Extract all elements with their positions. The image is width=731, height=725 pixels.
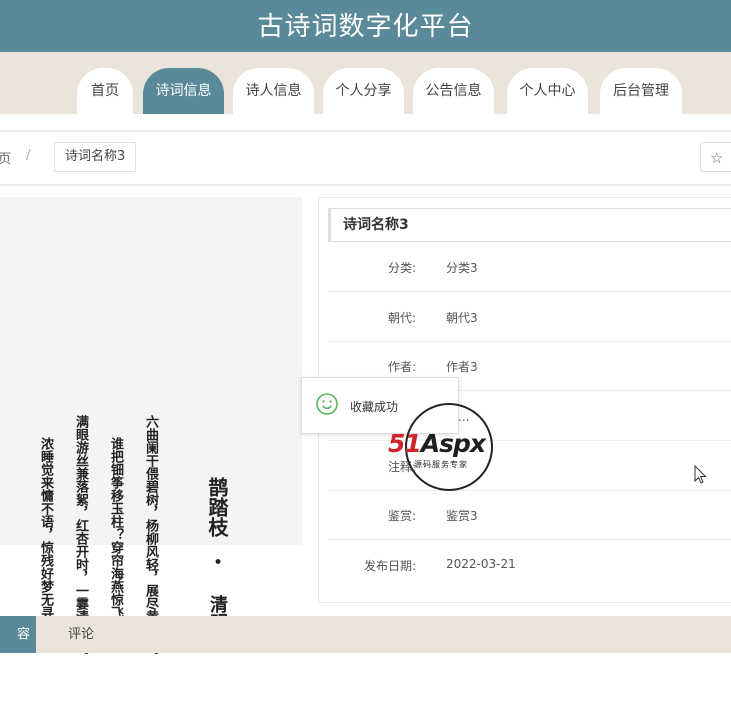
breadcrumb-current: 诗词名称3 bbox=[54, 142, 137, 172]
smile-icon bbox=[316, 393, 338, 415]
nav-home[interactable]: 首页 bbox=[77, 68, 133, 114]
poem-line: 满眼游丝兼落絮，红杏开时，一霎清明雨。 bbox=[73, 415, 88, 662]
detail-label: 鉴赏: bbox=[387, 509, 416, 523]
content-tabs: 容 评论 bbox=[0, 616, 731, 653]
detail-row-appreciation: 鉴赏: 鉴赏3 bbox=[328, 490, 731, 540]
breadcrumb-separator: / bbox=[26, 148, 31, 163]
nav-share[interactable]: 个人分享 bbox=[323, 68, 404, 114]
poem-line: 谁把钿筝移玉柱？穿帘海燕惊飞去。 bbox=[108, 437, 123, 645]
mouse-cursor-icon bbox=[694, 465, 707, 484]
detail-label: 作者: bbox=[387, 360, 416, 374]
star-outline-icon: ☆ bbox=[710, 149, 724, 167]
poem-line: 浓睡觉来慵不语，惊残好梦无寻处？ bbox=[38, 437, 53, 645]
detail-row-dynasty: 朝代: 朝代3 bbox=[328, 292, 731, 342]
detail-value: 鉴赏3 bbox=[446, 509, 478, 523]
nav-admin[interactable]: 后台管理 bbox=[600, 68, 682, 114]
nav-poems[interactable]: 诗词信息 bbox=[143, 68, 224, 114]
nav-notices[interactable]: 公告信息 bbox=[413, 68, 494, 114]
breadcrumb-home[interactable]: 页 bbox=[0, 148, 11, 167]
detail-label: 分类: bbox=[387, 261, 416, 275]
favorite-button[interactable]: ☆ bbox=[700, 142, 731, 172]
poem-title-dot: • bbox=[209, 557, 225, 566]
detail-label: 朝代: bbox=[387, 311, 416, 325]
detail-row-date: 发布日期: 2022-03-21 bbox=[328, 540, 731, 589]
poem-line: 六曲阑干偎碧树，杨柳风轻，展尽黄金缕。 bbox=[143, 415, 158, 662]
watermark-tagline: 源码服务专家 bbox=[414, 460, 468, 469]
detail-row-category: 分类: 分类3 bbox=[328, 242, 731, 292]
detail-value: 2022-03-21 bbox=[446, 557, 516, 571]
tab-comments[interactable]: 评论 bbox=[68, 616, 94, 653]
watermark-brand: 51Aspx bbox=[388, 429, 486, 458]
nav-profile[interactable]: 个人中心 bbox=[507, 68, 588, 114]
detail-value: 作者3 bbox=[446, 360, 478, 374]
poem-details-title: 诗词名称3 bbox=[328, 208, 731, 242]
breadcrumb: 页 / 诗词名称3 ☆ bbox=[0, 130, 731, 186]
tab-content[interactable]: 容 bbox=[0, 616, 36, 653]
watermark-logo: 51Aspx 源码服务专家 bbox=[388, 403, 510, 493]
detail-value: 分类3 bbox=[446, 261, 478, 275]
site-header: 古诗词数字化平台 bbox=[0, 0, 731, 52]
poem-image: 鹊踏枝 • 清明 六曲阑干偎碧树，杨柳风轻，展尽黄金缕。 谁把钿筝移玉柱？穿帘海… bbox=[0, 197, 302, 662]
detail-value: 朝代3 bbox=[446, 311, 478, 325]
site-title: 古诗词数字化平台 bbox=[257, 12, 474, 42]
poem-title: 鹊踏枝 bbox=[205, 477, 229, 537]
detail-label: 发布日期: bbox=[363, 559, 416, 573]
main-nav: 首页 诗词信息 诗人信息 个人分享 公告信息 个人中心 后台管理 bbox=[0, 52, 731, 114]
nav-poets[interactable]: 诗人信息 bbox=[233, 68, 314, 114]
